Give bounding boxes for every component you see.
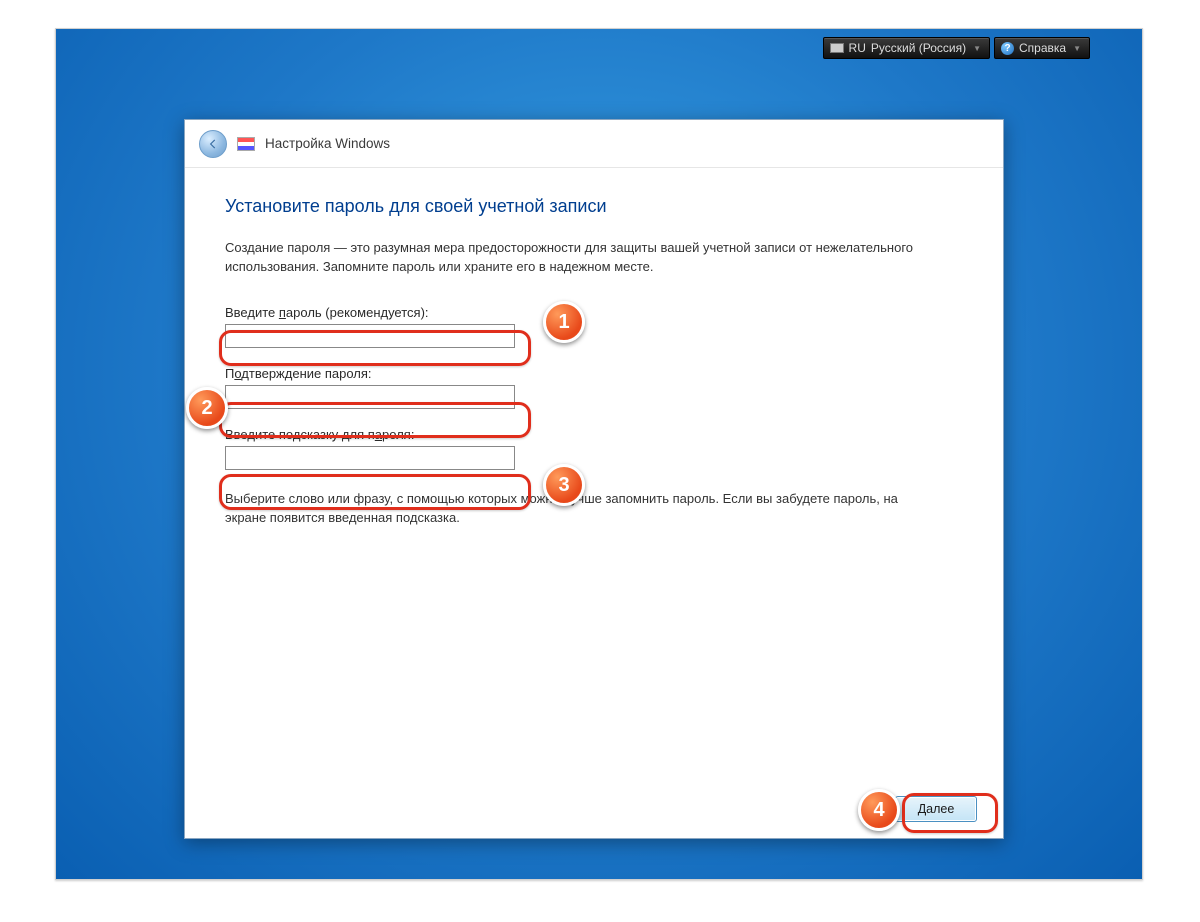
hint-input[interactable]: [225, 446, 515, 470]
language-selector[interactable]: RU Русский (Россия) ▼: [823, 37, 990, 59]
help-button[interactable]: ? Справка ▼: [994, 37, 1090, 59]
arrow-left-icon: [206, 137, 220, 151]
setup-window: Настройка Windows Установите пароль для …: [184, 119, 1004, 839]
windows-flag-icon: [237, 137, 255, 151]
language-code: RU: [849, 41, 866, 55]
help-label: Справка: [1019, 41, 1066, 55]
keyboard-icon: [830, 43, 844, 53]
back-button[interactable]: [199, 130, 227, 158]
desktop-background: RU Русский (Россия) ▼ ? Справка ▼ Настро…: [55, 28, 1143, 880]
confirm-field-group: Подтверждение пароля:: [225, 366, 963, 409]
hint-description: Выберите слово или фразу, с помощью кото…: [225, 490, 915, 528]
chevron-down-icon: ▼: [1073, 44, 1081, 53]
help-icon: ?: [1001, 42, 1014, 55]
page-heading: Установите пароль для своей учетной запи…: [225, 196, 963, 217]
confirm-label: Подтверждение пароля:: [225, 366, 963, 381]
window-header: Настройка Windows: [185, 120, 1003, 168]
window-title: Настройка Windows: [265, 136, 390, 151]
next-button[interactable]: Далее: [895, 796, 977, 822]
setup-topbar: RU Русский (Россия) ▼ ? Справка ▼: [823, 37, 1090, 59]
window-footer: Далее: [185, 780, 1003, 838]
confirm-input[interactable]: [225, 385, 515, 409]
password-label: Введите пароль (рекомендуется):: [225, 305, 963, 320]
chevron-down-icon: ▼: [973, 44, 981, 53]
password-input[interactable]: [225, 324, 515, 348]
hint-label: Введите подсказку для пароля:: [225, 427, 963, 442]
window-content: Установите пароль для своей учетной запи…: [185, 168, 1003, 555]
hint-field-group: Введите подсказку для пароля:: [225, 427, 963, 470]
language-name: Русский (Россия): [871, 41, 966, 55]
page-description: Создание пароля — это разумная мера пред…: [225, 239, 915, 277]
password-field-group: Введите пароль (рекомендуется):: [225, 305, 963, 348]
